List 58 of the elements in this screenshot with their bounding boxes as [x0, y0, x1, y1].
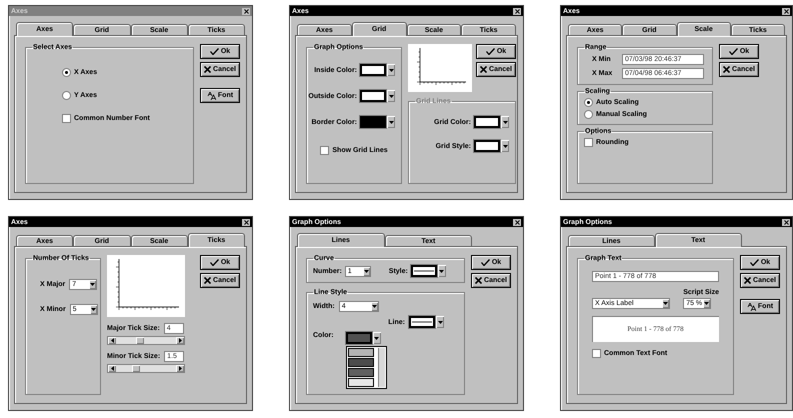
- line-style-dropdown[interactable]: [409, 316, 444, 328]
- checkbox[interactable]: [592, 349, 601, 358]
- line-sample-icon: [414, 270, 434, 272]
- cross-icon: [475, 277, 482, 284]
- dropdown-arrow-icon: [89, 280, 96, 289]
- dropdown-arrow-icon: [703, 299, 710, 308]
- slider[interactable]: [107, 364, 185, 373]
- left-arrow-icon: [108, 365, 116, 372]
- slider[interactable]: [107, 336, 185, 345]
- color-dropdown[interactable]: [360, 64, 395, 76]
- check-icon: [486, 48, 495, 55]
- cross-icon: [480, 66, 488, 73]
- right-arrow-icon: [176, 365, 184, 372]
- checkbox[interactable]: [584, 138, 593, 147]
- cross-icon: [723, 66, 730, 73]
- check-icon: [210, 259, 219, 266]
- radio-button[interactable]: [62, 68, 71, 77]
- checkbox[interactable]: [62, 114, 71, 123]
- line-sample-icon: [412, 321, 432, 323]
- color-option[interactable]: [348, 348, 374, 357]
- checkbox[interactable]: [320, 146, 330, 155]
- cross-icon: [204, 277, 212, 284]
- dropdown-arrow-icon: [362, 266, 370, 276]
- color-option[interactable]: [348, 368, 374, 377]
- scrollbar[interactable]: [378, 348, 385, 387]
- check-icon: [728, 48, 738, 55]
- slider-thumb[interactable]: [132, 365, 140, 372]
- cross-icon: [204, 66, 212, 73]
- color-dropdown[interactable]: [474, 140, 509, 152]
- slider-thumb[interactable]: [136, 337, 144, 344]
- radio-button[interactable]: [584, 110, 593, 119]
- radio-button[interactable]: [62, 91, 71, 100]
- dropdown-arrow-icon: [370, 302, 378, 311]
- color-dropdown[interactable]: [346, 332, 381, 344]
- cross-icon: [744, 277, 752, 284]
- color-option[interactable]: [348, 358, 374, 367]
- left-arrow-icon: [108, 337, 116, 344]
- font-icon: [206, 92, 216, 100]
- color-dropdown[interactable]: [360, 90, 395, 102]
- color-dropdown[interactable]: [360, 116, 395, 128]
- close-icon[interactable]: [782, 218, 790, 226]
- check-icon: [750, 259, 759, 266]
- dropdown-arrow-icon: [662, 299, 669, 308]
- color-dropdown[interactable]: [474, 116, 509, 128]
- close-icon[interactable]: [782, 8, 790, 14]
- line-style-dropdown[interactable]: [410, 265, 446, 277]
- check-icon: [480, 259, 490, 266]
- chart-preview-drawing: [408, 44, 472, 92]
- close-icon[interactable]: [513, 8, 521, 14]
- font-icon: [746, 302, 756, 310]
- check-icon: [210, 48, 219, 55]
- dropdown-arrow-icon: [90, 305, 97, 314]
- color-option[interactable]: [348, 378, 374, 387]
- right-arrow-icon: [176, 337, 184, 344]
- close-icon[interactable]: [242, 8, 250, 14]
- radio-button[interactable]: [584, 98, 593, 107]
- close-icon[interactable]: [513, 218, 521, 226]
- close-icon[interactable]: [242, 218, 250, 226]
